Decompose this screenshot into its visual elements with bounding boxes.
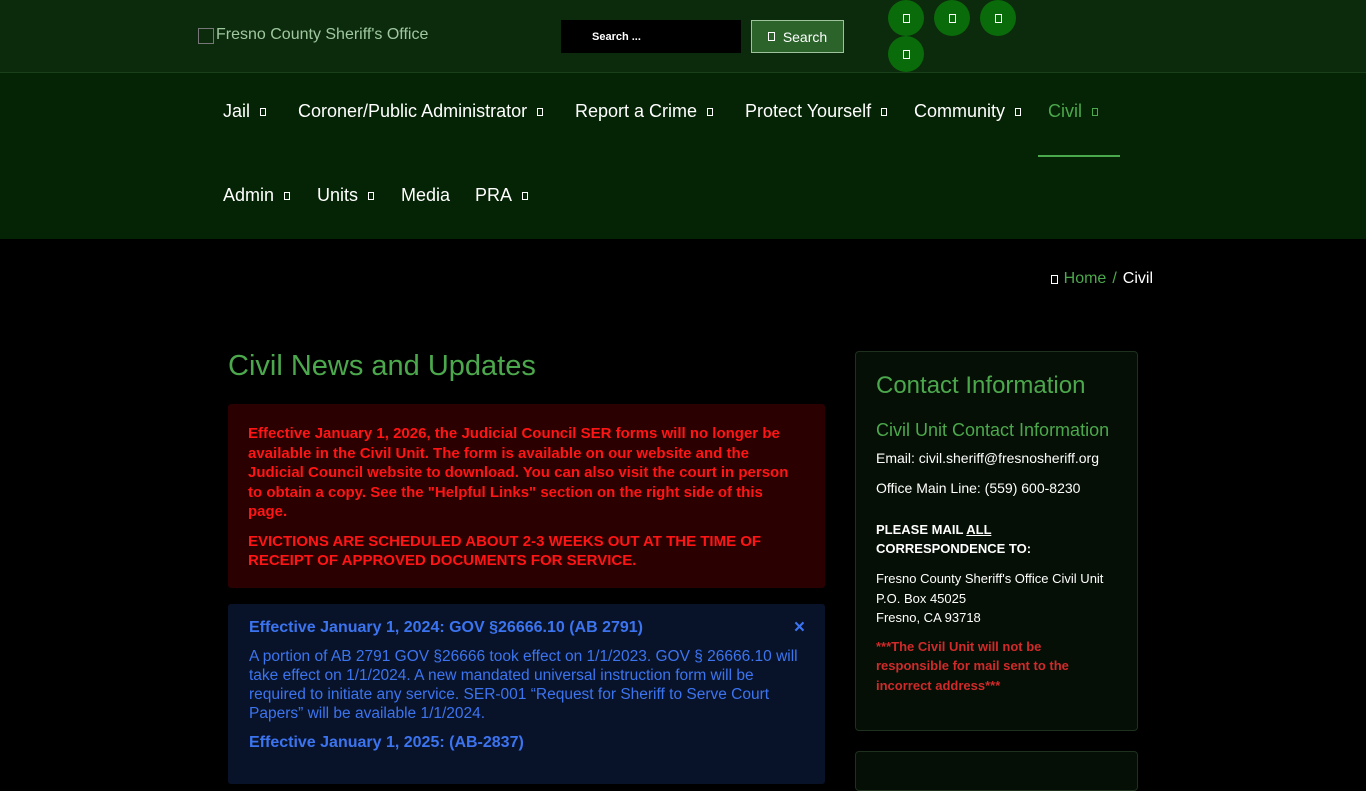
chevron-down-icon — [707, 107, 714, 116]
nav-item-label: Report a Crime — [575, 101, 698, 121]
main-nav: Jail Coroner/Public Administrator Report… — [0, 73, 1366, 239]
alert-blue-body-1: A portion of AB 2791 GOV §26666 took eff… — [249, 648, 798, 722]
chevron-down-icon — [1092, 107, 1098, 116]
address-line: P.O. Box 45025 — [876, 590, 967, 606]
active-nav-indicator — [1038, 155, 1120, 157]
social-link-3[interactable] — [980, 0, 1016, 36]
page-title: Civil News and Updates — [228, 350, 536, 382]
alert-red-paragraph-1: Effective January 1, 2026, the Judicial … — [248, 425, 789, 520]
social-icon — [902, 49, 910, 59]
mail-disclaimer: ***The Civil Unit will not be responsibl… — [876, 638, 1069, 693]
nav-item-media[interactable]: Media — [401, 185, 450, 206]
close-icon[interactable]: × — [794, 618, 805, 637]
social-icon — [902, 13, 910, 23]
mail-heading-suffix: CORRESPONDENCE TO: — [876, 541, 1032, 556]
breadcrumb-home-link[interactable]: Home — [1064, 270, 1107, 288]
nav-item-label: Units — [317, 185, 359, 205]
mail-heading-emphasis: ALL — [966, 522, 992, 537]
alert-red-notice: Effective January 1, 2026, the Judicial … — [228, 404, 825, 588]
contact-phone: Office Main Line: (559) 600-8230 — [876, 480, 1081, 496]
nav-item-report-a-crime[interactable]: Report a Crime — [575, 101, 714, 122]
chevron-down-icon — [284, 191, 291, 200]
nav-item-protect-yourself[interactable]: Protect Yourself — [745, 101, 888, 122]
nav-item-label: Media — [401, 185, 451, 205]
breadcrumb-current: Civil — [1122, 270, 1153, 287]
breadcrumb-separator: / — [1112, 270, 1117, 287]
search-button-label: Search — [782, 28, 828, 45]
sidebar-card-2 — [855, 751, 1138, 791]
address-line: Fresno, CA 93718 — [876, 610, 981, 625]
nav-item-admin[interactable]: Admin — [223, 185, 291, 206]
home-icon — [1050, 274, 1058, 284]
search-button[interactable]: Search — [751, 20, 844, 53]
site-logo[interactable]: Fresno County Sheriff's Office — [198, 26, 428, 44]
nav-item-civil[interactable]: Civil — [1048, 101, 1098, 122]
nav-item-label: Admin — [223, 185, 275, 205]
search-input[interactable] — [561, 20, 741, 53]
social-link-1[interactable] — [888, 0, 924, 36]
mail-heading-prefix: PLEASE MAIL — [876, 522, 967, 537]
social-link-2[interactable] — [934, 0, 970, 36]
chevron-down-icon — [368, 191, 375, 200]
nav-item-label: Jail — [223, 101, 251, 121]
social-icon — [994, 13, 1002, 23]
alert-red-paragraph-2: EVICTIONS ARE SCHEDULED ABOUT 2-3 WEEKS … — [248, 532, 762, 570]
nav-item-label: Community — [914, 101, 1006, 121]
breadcrumb: Home / Civil — [1050, 270, 1153, 288]
mailing-address: Fresno County Sheriff's Office Civil Uni… — [876, 569, 1117, 628]
nav-item-label: Protect Yourself — [745, 101, 872, 121]
mail-heading: PLEASE MAIL ALL CORRESPONDENCE TO: — [876, 520, 1117, 558]
logo-alt-text: Fresno County Sheriff's Office — [216, 26, 429, 43]
nav-item-label: Coroner/Public Administrator — [298, 101, 528, 121]
nav-item-community[interactable]: Community — [914, 101, 1022, 122]
chevron-down-icon — [1015, 107, 1022, 116]
alert-blue-notice: × Effective January 1, 2024: GOV §26666.… — [228, 604, 825, 784]
chevron-down-icon — [537, 107, 544, 116]
social-link-4[interactable] — [888, 36, 924, 72]
chevron-down-icon — [522, 191, 529, 200]
nav-item-pra[interactable]: PRA — [475, 185, 529, 206]
nav-item-jail[interactable]: Jail — [223, 101, 267, 122]
contact-info-card: Contact Information Civil Unit Contact I… — [855, 351, 1138, 731]
top-bar: Fresno County Sheriff's Office Search — [0, 0, 1366, 73]
contact-card-subtitle: Civil Unit Contact Information — [876, 420, 1110, 440]
contact-email[interactable]: Email: civil.sheriff@fresnosheriff.org — [876, 450, 1117, 466]
nav-item-label: PRA — [475, 185, 513, 205]
social-icon — [948, 13, 956, 23]
broken-image-icon — [198, 28, 214, 44]
address-line: Fresno County Sheriff's Office Civil Uni… — [876, 571, 1104, 586]
nav-item-units[interactable]: Units — [317, 185, 375, 206]
nav-item-coroner[interactable]: Coroner/Public Administrator — [298, 101, 544, 122]
nav-item-label: Civil — [1048, 101, 1082, 121]
search-icon — [767, 32, 775, 41]
alert-blue-heading-1: Effective January 1, 2024: GOV §26666.10… — [249, 619, 643, 636]
alert-blue-heading-2: Effective January 1, 2025: (AB-2837) — [249, 734, 524, 751]
contact-card-title: Contact Information — [876, 372, 1086, 399]
chevron-down-icon — [260, 107, 267, 116]
chevron-down-icon — [881, 107, 888, 116]
